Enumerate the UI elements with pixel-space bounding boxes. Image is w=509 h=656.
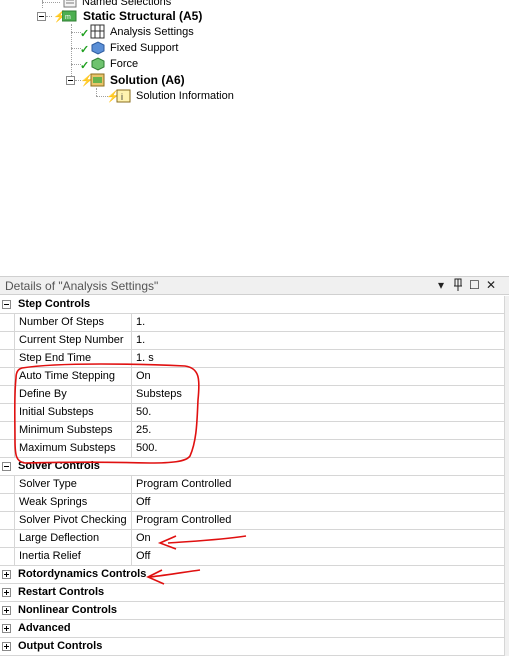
property-value[interactable]: 25.	[132, 422, 505, 439]
property-value[interactable]: 50.	[132, 404, 505, 421]
property-value[interactable]: Program Controlled	[132, 512, 505, 529]
section-label: Restart Controls	[18, 586, 105, 598]
collapse-icon[interactable]	[2, 300, 11, 309]
step-control-row[interactable]: Define By Substeps	[0, 386, 505, 404]
expand-icon[interactable]	[2, 588, 11, 597]
svg-text:m: m	[65, 14, 71, 21]
details-grid: Step Controls Number Of Steps 1. Current S…	[0, 296, 505, 656]
property-value[interactable]: 1. s	[132, 350, 505, 367]
pin-icon[interactable]	[453, 278, 463, 295]
force-icon: ✓	[80, 56, 105, 72]
step-control-row[interactable]: Maximum Substeps 500.	[0, 440, 505, 458]
analysis-settings-icon: ✓	[80, 24, 105, 40]
section-restart-controls[interactable]: Restart Controls	[0, 584, 505, 602]
tree-node-label: Static Structural (A5)	[83, 9, 203, 23]
fixed-support-icon: ✓	[80, 40, 105, 56]
details-title: Details of "Analysis Settings"	[5, 279, 159, 293]
tree-node-label: Analysis Settings	[110, 26, 194, 38]
check-icon: ✓	[80, 44, 90, 56]
collapse-static-structural-icon[interactable]	[37, 12, 46, 21]
section-label: Solver Controls	[18, 460, 100, 472]
dropdown-icon[interactable]: ▾	[438, 278, 444, 292]
property-name: Current Step Number	[14, 332, 132, 349]
step-control-row[interactable]: Auto Time Stepping On	[0, 368, 505, 386]
section-rotordynamics-controls[interactable]: Rotordynamics Controls	[0, 566, 505, 584]
tree-node-analysis-settings[interactable]: ✓ Analysis Settings	[80, 24, 194, 40]
step-control-row[interactable]: Number Of Steps 1.	[0, 314, 505, 332]
property-name: Minimum Substeps	[14, 422, 132, 439]
step-control-row[interactable]: Initial Substeps 50.	[0, 404, 505, 422]
property-name: Maximum Substeps	[14, 440, 132, 457]
property-name: Define By	[14, 386, 132, 403]
maximize-icon[interactable]: ☐	[469, 278, 480, 292]
expand-icon[interactable]	[2, 570, 11, 579]
solver-control-row[interactable]: Solver Type Program Controlled	[0, 476, 505, 494]
property-value[interactable]: On	[132, 368, 505, 385]
property-value[interactable]: Substeps	[132, 386, 505, 403]
solver-control-row[interactable]: Inertia Relief Off	[0, 548, 505, 566]
section-step-controls[interactable]: Step Controls	[0, 296, 505, 314]
expand-icon[interactable]	[2, 606, 11, 615]
section-label: Step Controls	[18, 298, 91, 310]
property-name: Number Of Steps	[14, 314, 132, 331]
property-value[interactable]: Program Controlled	[132, 476, 505, 493]
property-name: Inertia Relief	[14, 548, 132, 565]
tree-node-static-structural[interactable]: ⚡ m Static Structural (A5)	[53, 8, 202, 24]
tree-node-label: Solution (A6)	[110, 73, 185, 87]
section-output-controls[interactable]: Output Controls	[0, 638, 505, 656]
tree-node-label: Fixed Support	[110, 42, 179, 54]
property-value[interactable]: On	[132, 530, 505, 547]
section-nonlinear-controls[interactable]: Nonlinear Controls	[0, 602, 505, 620]
property-value[interactable]: Off	[132, 494, 505, 511]
collapse-solution-icon[interactable]	[66, 76, 75, 85]
expand-icon[interactable]	[2, 642, 11, 651]
check-icon: ✓	[80, 28, 90, 40]
tree-node-label: Force	[110, 58, 139, 70]
tree-node-solution[interactable]: ⚡ Solution (A6)	[80, 72, 185, 88]
solution-information-icon: ⚡ i	[106, 88, 131, 104]
outline-tree: Named Selections ⚡ m Static Structural (…	[0, 0, 509, 272]
property-name: Solver Type	[14, 476, 132, 493]
tree-connector	[96, 88, 97, 96]
solver-control-row[interactable]: Weak Springs Off	[0, 494, 505, 512]
property-name: Solver Pivot Checking	[14, 512, 132, 529]
tree-connector	[42, 2, 60, 3]
section-label: Advanced	[18, 622, 71, 634]
tree-node-fixed-support[interactable]: ✓ Fixed Support	[80, 40, 178, 56]
svg-text:i: i	[121, 92, 123, 102]
details-panel-header: Details of "Analysis Settings" ▾ ☐ ✕	[0, 276, 509, 295]
property-value[interactable]: Off	[132, 548, 505, 565]
solution-icon: ⚡	[80, 72, 105, 88]
solver-control-row[interactable]: Solver Pivot Checking Program Controlled	[0, 512, 505, 530]
solver-control-row[interactable]: Large Deflection On	[0, 530, 505, 548]
tree-node-label: Solution Information	[136, 90, 234, 102]
property-name: Step End Time	[14, 350, 132, 367]
section-label: Nonlinear Controls	[18, 604, 118, 616]
section-label: Output Controls	[18, 640, 103, 652]
tree-node-force[interactable]: ✓ Force	[80, 56, 138, 72]
collapse-icon[interactable]	[2, 462, 11, 471]
property-name: Auto Time Stepping	[14, 368, 132, 385]
property-value[interactable]: 500.	[132, 440, 505, 457]
property-value[interactable]: 1.	[132, 314, 505, 331]
scrollbar[interactable]	[505, 296, 509, 656]
section-label: Rotordynamics Controls	[18, 568, 147, 580]
section-advanced[interactable]: Advanced	[0, 620, 505, 638]
property-value[interactable]: 1.	[132, 332, 505, 349]
section-solver-controls[interactable]: Solver Controls	[0, 458, 505, 476]
step-control-row[interactable]: Step End Time 1. s	[0, 350, 505, 368]
tree-connector	[46, 16, 52, 17]
property-name: Weak Springs	[14, 494, 132, 511]
tree-node-label: Named Selections	[82, 0, 172, 8]
expand-icon[interactable]	[2, 624, 11, 633]
step-control-row[interactable]: Current Step Number 1.	[0, 332, 505, 350]
property-name: Initial Substeps	[14, 404, 132, 421]
static-structural-icon: ⚡ m	[53, 8, 77, 24]
tree-node-solution-information[interactable]: ⚡ i Solution Information	[106, 88, 234, 104]
close-icon[interactable]: ✕	[486, 278, 496, 292]
property-name: Large Deflection	[14, 530, 132, 547]
step-control-row[interactable]: Minimum Substeps 25.	[0, 422, 505, 440]
check-icon: ✓	[80, 60, 90, 72]
